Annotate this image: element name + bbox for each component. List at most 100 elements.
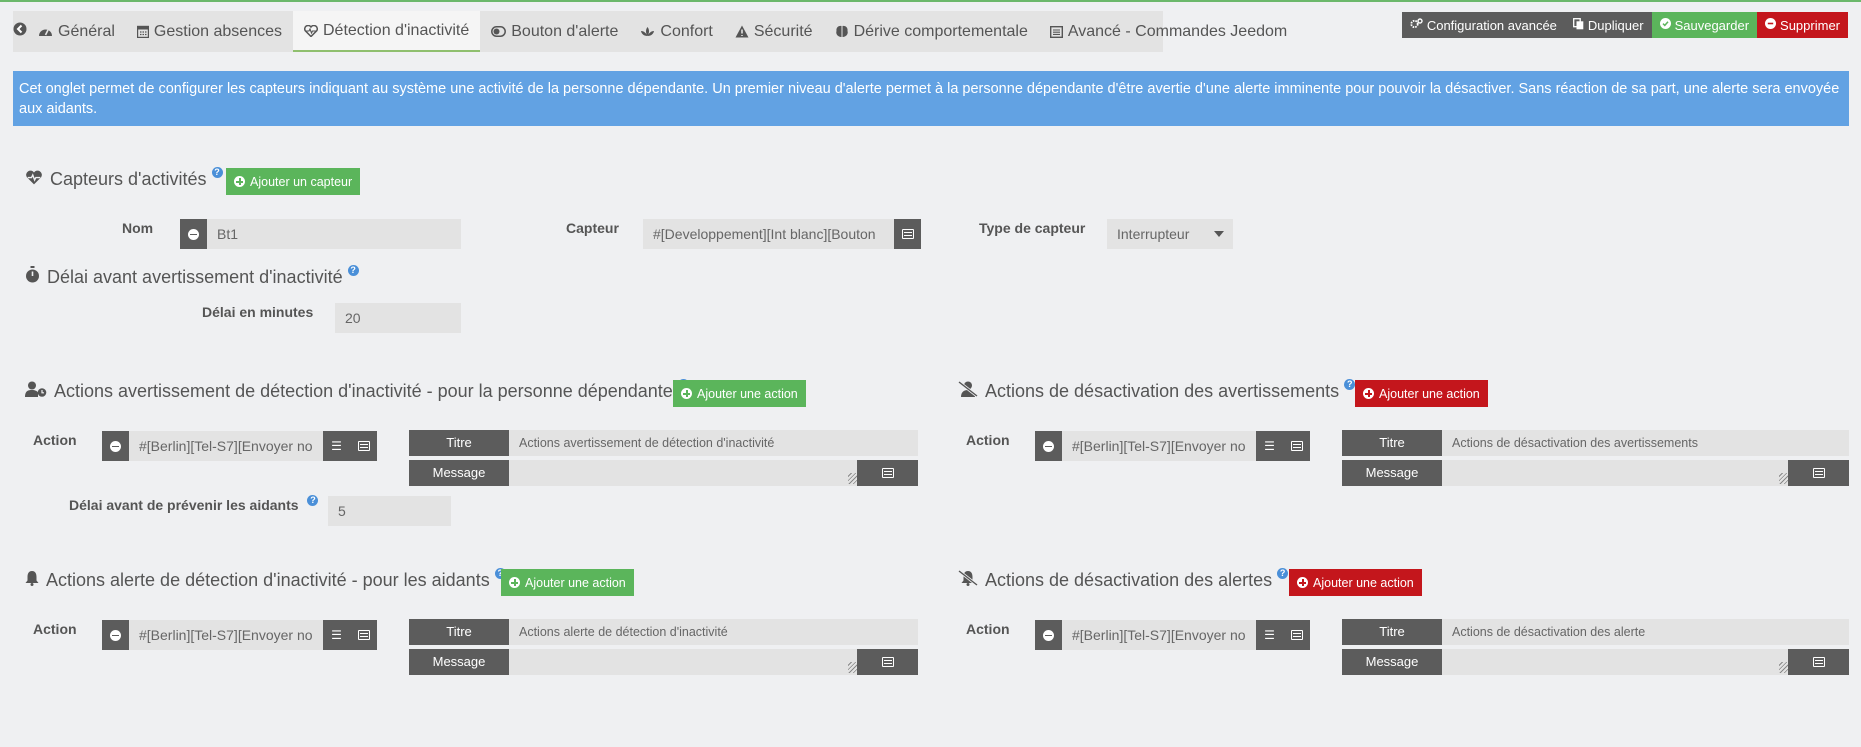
alerte-section-title: Actions alerte de détection d'inactivité… bbox=[25, 568, 506, 591]
message-addon: Message bbox=[409, 460, 509, 486]
add-avertissement-action-button[interactable]: Ajouter une action bbox=[673, 380, 806, 407]
select-cmd-button[interactable] bbox=[350, 620, 377, 650]
tab-bar: Général Gestion absences Détection d'ina… bbox=[13, 11, 1287, 52]
nom-input[interactable]: Bt1 bbox=[207, 219, 461, 249]
tab-label: Général bbox=[58, 22, 115, 40]
tab-securite[interactable]: Sécurité bbox=[724, 11, 824, 52]
copy-icon bbox=[1572, 17, 1584, 33]
tab-derive-comportementale[interactable]: Dérive comportementale bbox=[824, 11, 1039, 52]
message-options-button[interactable] bbox=[1788, 460, 1849, 486]
list-alt-icon bbox=[1290, 441, 1303, 451]
type-capteur-select[interactable]: Interrupteur bbox=[1107, 219, 1233, 249]
message-textarea[interactable] bbox=[1442, 649, 1792, 675]
bell-slash-icon bbox=[958, 569, 978, 591]
tab-avance-commandes[interactable]: Avancé - Commandes Jeedom bbox=[1039, 11, 1298, 52]
select-action-button[interactable]: ☰ bbox=[1256, 431, 1283, 461]
tab-label: Détection d'inactivité bbox=[323, 21, 470, 39]
titre-input[interactable]: Actions de désactivation des avertisseme… bbox=[1442, 430, 1849, 456]
delete-button[interactable]: Supprimer bbox=[1757, 12, 1848, 38]
tasks-icon: ☰ bbox=[331, 628, 342, 642]
top-accent-line bbox=[0, 0, 1861, 2]
plus-circle-icon bbox=[234, 176, 245, 187]
titre-addon: Titre bbox=[409, 619, 509, 645]
select-action-button[interactable]: ☰ bbox=[323, 431, 350, 461]
help-icon[interactable]: ? bbox=[347, 264, 359, 276]
tab-general[interactable]: Général bbox=[27, 11, 126, 52]
avertissement-section-title: Actions avertissement de détection d'ina… bbox=[25, 379, 689, 402]
remove-action-button[interactable] bbox=[102, 431, 129, 461]
delai-aidants-text: Délai avant de prévenir les aidants bbox=[69, 497, 299, 513]
list-alt-icon bbox=[881, 657, 894, 667]
delai-section-title: Délai avant avertissement d'inactivité ? bbox=[25, 264, 359, 288]
check-circle-icon bbox=[1659, 18, 1671, 32]
select-action-button[interactable]: ☰ bbox=[323, 620, 350, 650]
action-label: Action bbox=[966, 432, 1010, 448]
add-capteur-button[interactable]: Ajouter un capteur bbox=[226, 168, 361, 195]
select-cmd-button[interactable] bbox=[1283, 431, 1310, 461]
action-cmd-input[interactable]: #[Berlin][Tel-S7][Envoyer no bbox=[1062, 431, 1256, 461]
help-icon[interactable]: ? bbox=[211, 167, 223, 178]
minus-circle-icon bbox=[1765, 18, 1777, 32]
nom-label: Nom bbox=[122, 220, 154, 236]
back-button[interactable] bbox=[13, 11, 27, 52]
add-action-label: Ajouter une action bbox=[525, 575, 626, 590]
tab-confort[interactable]: Confort bbox=[629, 11, 723, 52]
user-slash-icon bbox=[958, 380, 978, 402]
select-capteur-button[interactable] bbox=[894, 219, 921, 249]
help-icon[interactable]: ? bbox=[1277, 568, 1289, 579]
list-alt-icon bbox=[1812, 657, 1825, 667]
delete-label: Supprimer bbox=[1780, 17, 1840, 33]
select-action-button[interactable]: ☰ bbox=[1256, 620, 1283, 650]
tab-detection-inactivite[interactable]: Détection d'inactivité bbox=[293, 11, 481, 52]
add-action-label: Ajouter une action bbox=[1313, 575, 1414, 590]
capteur-input[interactable]: #[Developpement][Int blanc][Bouton bbox=[643, 219, 894, 249]
duplicate-label: Dupliquer bbox=[1587, 17, 1644, 33]
tab-label: Bouton d'alerte bbox=[511, 22, 619, 40]
calendar-icon bbox=[136, 25, 149, 38]
add-desact-avert-action-button[interactable]: Ajouter une action bbox=[1355, 380, 1488, 407]
select-cmd-button[interactable] bbox=[350, 431, 377, 461]
select-cmd-button[interactable] bbox=[1283, 620, 1310, 650]
tab-label: Avancé - Commandes Jeedom bbox=[1067, 22, 1288, 40]
delai-aidants-input[interactable]: 5 bbox=[328, 496, 451, 526]
message-textarea[interactable] bbox=[509, 460, 861, 486]
titre-input[interactable]: Actions alerte de détection d'inactivité bbox=[509, 619, 918, 645]
message-options-button[interactable] bbox=[857, 460, 918, 486]
help-icon[interactable]: ? bbox=[307, 495, 319, 506]
message-textarea[interactable] bbox=[509, 649, 861, 675]
message-options-button[interactable] bbox=[857, 649, 918, 675]
titre-input[interactable]: Actions de désactivation des alerte bbox=[1442, 619, 1849, 645]
list-alt-icon bbox=[1049, 25, 1063, 38]
delai-minutes-input[interactable]: 20 bbox=[335, 303, 461, 333]
remove-capteur-button[interactable] bbox=[180, 219, 207, 249]
type-capteur-label: Type de capteur bbox=[979, 220, 1086, 236]
config-avancee-button[interactable]: Configuration avancée bbox=[1401, 12, 1565, 38]
arrow-circle-left-icon bbox=[13, 22, 27, 41]
remove-action-button[interactable] bbox=[1035, 620, 1062, 650]
titre-addon: Titre bbox=[1342, 619, 1442, 645]
action-cmd-input[interactable]: #[Berlin][Tel-S7][Envoyer no bbox=[1062, 620, 1256, 650]
add-alerte-action-button[interactable]: Ajouter une action bbox=[501, 569, 634, 596]
help-icon[interactable]: ? bbox=[1344, 379, 1356, 390]
tab-label: Sécurité bbox=[753, 22, 813, 40]
type-capteur-value: Interrupteur bbox=[1117, 226, 1190, 242]
remove-action-button[interactable] bbox=[102, 620, 129, 650]
minus-circle-icon bbox=[110, 440, 121, 452]
list-alt-icon bbox=[1812, 468, 1825, 478]
action-cmd-input[interactable]: #[Berlin][Tel-S7][Envoyer no bbox=[129, 431, 323, 461]
info-banner: Cet onglet permet de configurer les capt… bbox=[13, 71, 1849, 126]
action-cmd-input[interactable]: #[Berlin][Tel-S7][Envoyer no bbox=[129, 620, 323, 650]
add-desact-alerte-action-button[interactable]: Ajouter une action bbox=[1289, 569, 1422, 596]
add-action-label: Ajouter une action bbox=[697, 386, 798, 401]
action-label: Action bbox=[966, 621, 1010, 637]
cogs-icon bbox=[1410, 18, 1423, 32]
duplicate-button[interactable]: Dupliquer bbox=[1564, 12, 1652, 38]
tab-gestion-absences[interactable]: Gestion absences bbox=[126, 11, 293, 52]
message-textarea[interactable] bbox=[1442, 460, 1792, 486]
titre-input[interactable]: Actions avertissement de détection d'ina… bbox=[509, 430, 918, 456]
message-options-button[interactable] bbox=[1788, 649, 1849, 675]
capteur-label: Capteur bbox=[566, 220, 619, 236]
save-button[interactable]: Sauvegarder bbox=[1651, 12, 1758, 38]
remove-action-button[interactable] bbox=[1035, 431, 1062, 461]
tab-bouton-alerte[interactable]: Bouton d'alerte bbox=[480, 11, 629, 52]
